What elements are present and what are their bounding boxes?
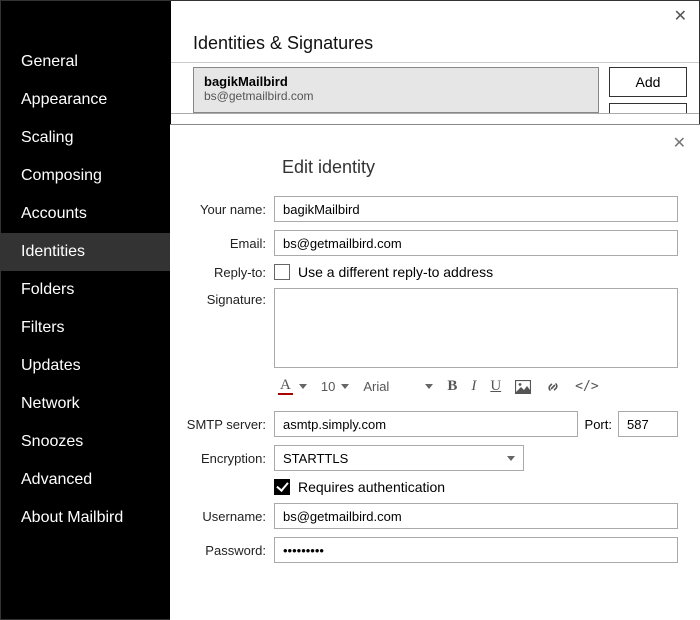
signature-input[interactable] bbox=[274, 288, 678, 368]
edit-identity-modal: ✕ Edit identity Your name: Email: Reply-… bbox=[170, 124, 700, 620]
code-button[interactable]: </> bbox=[575, 379, 598, 394]
password-input[interactable] bbox=[274, 537, 678, 563]
label-password: Password: bbox=[170, 543, 274, 558]
close-icon[interactable]: ✕ bbox=[674, 9, 687, 25]
sidebar-item-network[interactable]: Network bbox=[1, 385, 171, 423]
modal-close-icon[interactable]: ✕ bbox=[673, 133, 686, 153]
add-button[interactable]: Add bbox=[609, 67, 687, 97]
identity-name: bagikMailbird bbox=[204, 74, 588, 89]
image-button[interactable] bbox=[515, 380, 531, 394]
label-username: Username: bbox=[170, 509, 274, 524]
label-smtp: SMTP server: bbox=[170, 417, 274, 432]
email-input[interactable] bbox=[274, 230, 678, 256]
identity-email: bs@getmailbird.com bbox=[204, 89, 588, 103]
sidebar: General Appearance Scaling Composing Acc… bbox=[1, 1, 171, 619]
italic-button[interactable]: I bbox=[471, 378, 476, 395]
signature-toolbar: A 10 Arial B I U </> bbox=[274, 376, 678, 401]
identity-card[interactable]: bagikMailbird bs@getmailbird.com bbox=[193, 67, 599, 113]
smtp-input[interactable] bbox=[274, 411, 578, 437]
reply-to-checkbox-label: Use a different reply-to address bbox=[298, 264, 493, 280]
username-input[interactable] bbox=[274, 503, 678, 529]
sidebar-item-general[interactable]: General bbox=[1, 43, 171, 81]
bold-button[interactable]: B bbox=[447, 378, 457, 395]
reply-to-checkbox[interactable] bbox=[274, 264, 290, 280]
label-signature: Signature: bbox=[170, 288, 274, 307]
sidebar-item-accounts[interactable]: Accounts bbox=[1, 195, 171, 233]
sidebar-item-composing[interactable]: Composing bbox=[1, 157, 171, 195]
label-port: Port: bbox=[578, 417, 618, 432]
font-color-button[interactable]: A bbox=[278, 378, 307, 395]
sidebar-item-snoozes[interactable]: Snoozes bbox=[1, 423, 171, 461]
sidebar-item-filters[interactable]: Filters bbox=[1, 309, 171, 347]
modal-title: Edit identity bbox=[282, 157, 700, 178]
sidebar-item-updates[interactable]: Updates bbox=[1, 347, 171, 385]
page-title: Identities & Signatures bbox=[171, 1, 699, 63]
font-family-select[interactable]: Arial bbox=[363, 379, 433, 394]
next-button-partial[interactable] bbox=[609, 103, 687, 113]
port-input[interactable] bbox=[618, 411, 678, 437]
label-email: Email: bbox=[170, 236, 274, 251]
link-button[interactable] bbox=[545, 379, 561, 395]
sidebar-item-about[interactable]: About Mailbird bbox=[1, 499, 171, 537]
underline-button[interactable]: U bbox=[490, 378, 501, 395]
sidebar-item-appearance[interactable]: Appearance bbox=[1, 81, 171, 119]
label-encryption: Encryption: bbox=[170, 451, 274, 466]
sidebar-item-identities[interactable]: Identities bbox=[1, 233, 171, 271]
sidebar-item-folders[interactable]: Folders bbox=[1, 271, 171, 309]
requires-auth-label: Requires authentication bbox=[298, 479, 445, 495]
label-reply-to: Reply-to: bbox=[170, 265, 274, 280]
your-name-input[interactable] bbox=[274, 196, 678, 222]
encryption-select[interactable]: STARTTLS bbox=[274, 445, 524, 471]
font-size-select[interactable]: 10 bbox=[321, 379, 349, 394]
sidebar-item-advanced[interactable]: Advanced bbox=[1, 461, 171, 499]
sidebar-item-scaling[interactable]: Scaling bbox=[1, 119, 171, 157]
requires-auth-checkbox[interactable] bbox=[274, 479, 290, 495]
label-your-name: Your name: bbox=[170, 202, 274, 217]
